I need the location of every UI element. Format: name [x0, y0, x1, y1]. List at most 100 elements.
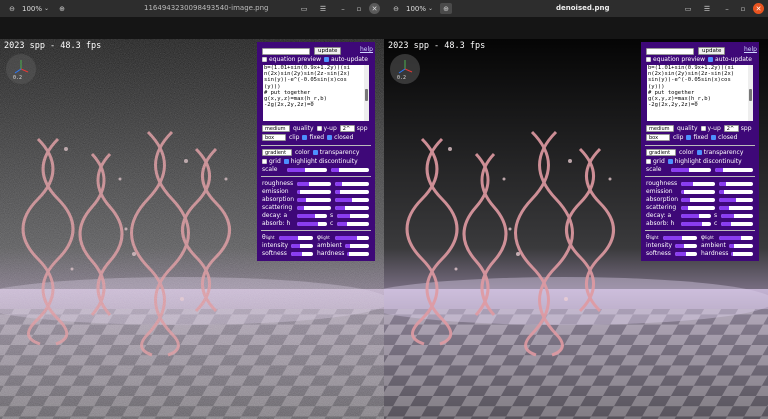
scattering-slider-a[interactable]: [681, 206, 715, 210]
help-link[interactable]: help: [360, 46, 373, 53]
roughness-slider-b[interactable]: [335, 182, 369, 186]
quality-select[interactable]: medium: [646, 125, 674, 132]
emission-slider-b[interactable]: [719, 190, 753, 194]
roughness-slider-a[interactable]: [681, 182, 715, 186]
zoom-in-icon[interactable]: ⊕: [440, 3, 452, 14]
scattering-slider-b[interactable]: [719, 206, 753, 210]
chevron-down-icon[interactable]: ⌄: [428, 3, 433, 14]
minimize-icon[interactable]: –: [337, 3, 349, 14]
minimize-icon[interactable]: –: [721, 3, 733, 14]
transparency-checkbox[interactable]: [696, 150, 702, 155]
equation-preview-checkbox[interactable]: [646, 57, 651, 62]
highlight-checkbox[interactable]: [283, 159, 289, 164]
absorption-slider-b[interactable]: [335, 198, 369, 202]
emission-slider-a[interactable]: [297, 190, 331, 194]
update-button[interactable]: update: [314, 47, 342, 55]
chevron-down-icon[interactable]: ⌄: [44, 3, 49, 14]
render-canvas[interactable]: 2023 spp - 48.3 fps 0.2 update help equa…: [0, 39, 384, 419]
highlight-label: highlight discontinuity: [290, 158, 358, 165]
zoom-level[interactable]: 100%: [22, 3, 42, 14]
scale-slider-b[interactable]: [331, 168, 369, 172]
scattering-slider-b[interactable]: [335, 206, 369, 210]
spp-select[interactable]: 2^: [723, 125, 739, 132]
fixed-checkbox[interactable]: [686, 135, 692, 140]
absorption-slider-a[interactable]: [297, 198, 331, 202]
clip-select[interactable]: box: [262, 134, 286, 141]
equation-editor[interactable]: b=(1.01+sin(0.9x+1.2y))(si n(2x)sin(2y)s…: [263, 65, 369, 121]
ambient-slider[interactable]: [345, 244, 369, 248]
editor-scrollbar[interactable]: [364, 65, 369, 121]
absorb-c-slider[interactable]: [337, 222, 369, 226]
editor-scrollbar[interactable]: [748, 65, 753, 121]
decay-s-slider[interactable]: [721, 214, 753, 218]
absorb-h-slider[interactable]: [681, 222, 711, 226]
emission-slider-b[interactable]: [335, 190, 369, 194]
right-image-viewer-window: ⊖ 100% ⌄ ⊕ denoised.png ▭ ☰ – ▫ ✕ 2023 s…: [384, 0, 768, 419]
hardness-slider[interactable]: [347, 252, 369, 256]
roughness-slider-a[interactable]: [297, 182, 331, 186]
decay-a-slider[interactable]: [681, 214, 711, 218]
yup-checkbox[interactable]: [700, 126, 706, 131]
absorption-slider-a[interactable]: [681, 198, 715, 202]
phi-light-slider[interactable]: [719, 236, 753, 240]
roughness-slider-b[interactable]: [719, 182, 753, 186]
help-link[interactable]: help: [744, 46, 757, 53]
maximize-icon[interactable]: ▫: [737, 3, 749, 14]
phi-light-slider[interactable]: [335, 236, 369, 240]
equation-preview-checkbox[interactable]: [262, 57, 267, 62]
closed-checkbox[interactable]: [327, 135, 333, 140]
spp-select[interactable]: 2^: [339, 125, 355, 132]
update-button[interactable]: update: [698, 47, 726, 55]
softness-slider[interactable]: [675, 252, 697, 256]
decay-a-slider[interactable]: [297, 214, 327, 218]
emission-slider-a[interactable]: [681, 190, 715, 194]
preset-select[interactable]: [646, 47, 694, 55]
zoom-level[interactable]: 100%: [406, 3, 426, 14]
absorb-c-slider[interactable]: [721, 222, 753, 226]
closed-checkbox[interactable]: [711, 135, 717, 140]
scattering-slider-a[interactable]: [297, 206, 331, 210]
close-icon[interactable]: ✕: [369, 3, 380, 14]
rotate-icon[interactable]: ▭: [298, 3, 310, 14]
color-select[interactable]: gradient: [262, 149, 292, 156]
transparency-checkbox[interactable]: [312, 150, 318, 155]
highlight-checkbox[interactable]: [667, 159, 673, 164]
color-select[interactable]: gradient: [646, 149, 676, 156]
zoom-in-icon[interactable]: ⊕: [56, 3, 68, 14]
auto-update-checkbox[interactable]: [324, 57, 330, 62]
fixed-checkbox[interactable]: [302, 135, 308, 140]
hardness-slider[interactable]: [731, 252, 753, 256]
zoom-out-icon[interactable]: ⊖: [6, 3, 18, 14]
intensity-slider[interactable]: [675, 244, 697, 248]
ambient-slider[interactable]: [729, 244, 753, 248]
grid-checkbox[interactable]: [262, 159, 267, 164]
equation-editor[interactable]: b=(1.01+sin(0.9x+1.2y))(si n(2x)sin(2y)s…: [647, 65, 753, 121]
maximize-icon[interactable]: ▫: [353, 3, 365, 14]
softness-slider[interactable]: [291, 252, 313, 256]
yup-checkbox[interactable]: [316, 126, 322, 131]
decay-s-slider[interactable]: [337, 214, 369, 218]
spp-label: spp: [740, 125, 752, 132]
theta-light-slider[interactable]: [279, 236, 313, 240]
scale-slider-a[interactable]: [671, 168, 711, 172]
scale-slider-a[interactable]: [287, 168, 327, 172]
window-title: 1164943230098493540-image.png: [144, 4, 269, 12]
menu-icon[interactable]: ☰: [317, 3, 329, 14]
theta-light-slider[interactable]: [663, 236, 697, 240]
menu-icon[interactable]: ☰: [701, 3, 713, 14]
absorb-h-slider[interactable]: [297, 222, 327, 226]
scale-slider-b[interactable]: [715, 168, 753, 172]
phi-light-label: φlight: [317, 234, 330, 241]
fixed-label: fixed: [309, 134, 325, 141]
preset-select[interactable]: [262, 47, 310, 55]
intensity-slider[interactable]: [291, 244, 313, 248]
rotate-icon[interactable]: ▭: [682, 3, 694, 14]
clip-select[interactable]: box: [646, 134, 670, 141]
quality-select[interactable]: medium: [262, 125, 290, 132]
zoom-out-icon[interactable]: ⊖: [390, 3, 402, 14]
grid-checkbox[interactable]: [646, 159, 651, 164]
render-canvas[interactable]: 2023 spp - 48.3 fps 0.2 update help equa…: [384, 39, 768, 419]
auto-update-checkbox[interactable]: [708, 57, 714, 62]
close-icon[interactable]: ✕: [753, 3, 764, 14]
absorption-slider-b[interactable]: [719, 198, 753, 202]
